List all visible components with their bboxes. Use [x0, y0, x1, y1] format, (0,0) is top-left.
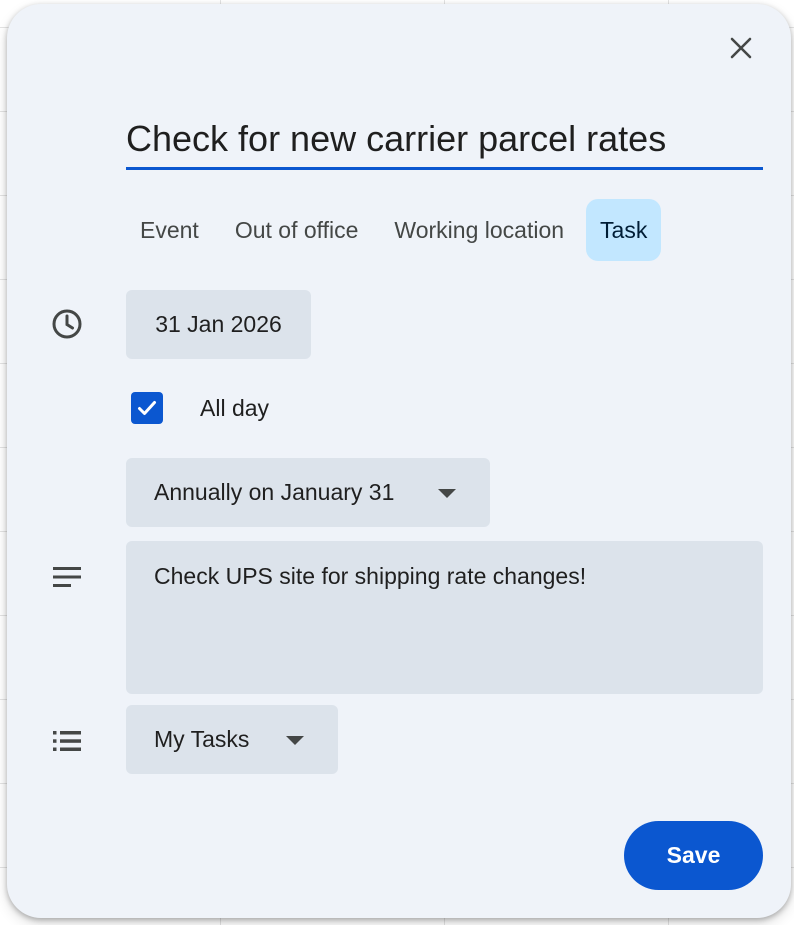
tab-working-location[interactable]: Working location — [380, 199, 578, 261]
description-textarea[interactable]: Check UPS site for shipping rate changes… — [126, 541, 763, 694]
close-button[interactable] — [719, 26, 763, 70]
task-dialog: Check for new carrier parcel rates Event… — [7, 4, 791, 918]
date-picker-button[interactable]: 31 Jan 2026 — [126, 290, 311, 359]
description-value: Check UPS site for shipping rate changes… — [154, 563, 587, 589]
all-day-row: All day — [131, 392, 269, 424]
date-value: 31 Jan 2026 — [155, 311, 282, 337]
title-input[interactable]: Check for new carrier parcel rates — [126, 106, 763, 170]
tab-event[interactable]: Event — [126, 199, 213, 261]
tab-task[interactable]: Task — [586, 199, 662, 261]
close-icon — [730, 37, 752, 59]
notes-icon — [47, 557, 87, 597]
all-day-label: All day — [200, 394, 270, 421]
caret-down-icon — [438, 489, 456, 498]
list-icon — [47, 721, 87, 761]
save-button[interactable]: Save — [624, 821, 763, 890]
recurrence-value: Annually on January 31 — [154, 479, 395, 505]
event-type-tabs: Event Out of office Working location Tas… — [126, 199, 662, 261]
task-list-value: My Tasks — [154, 726, 250, 752]
tab-out-of-office[interactable]: Out of office — [221, 199, 373, 261]
all-day-checkbox[interactable] — [131, 392, 163, 424]
task-list-dropdown[interactable]: My Tasks — [126, 705, 338, 774]
title-value: Check for new carrier parcel rates — [126, 118, 667, 159]
clock-icon — [47, 304, 87, 344]
caret-down-icon — [286, 736, 304, 745]
checkmark-icon — [138, 401, 156, 415]
recurrence-dropdown[interactable]: Annually on January 31 — [126, 458, 490, 527]
